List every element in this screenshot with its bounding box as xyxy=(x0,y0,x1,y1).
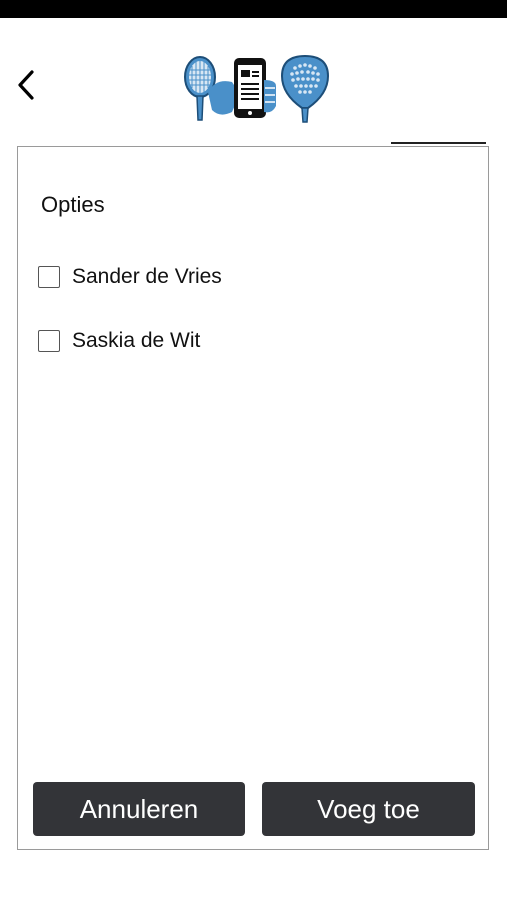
cancel-button[interactable]: Annuleren xyxy=(33,782,245,836)
sheet-top xyxy=(0,18,507,40)
checkbox[interactable] xyxy=(38,266,60,288)
app-screen: Opties Sander de Vries Saskia de Wit Ann… xyxy=(0,0,507,900)
chevron-left-icon xyxy=(18,70,34,100)
checkbox[interactable] xyxy=(38,330,60,352)
add-button[interactable]: Voeg toe xyxy=(262,782,475,836)
option-label: Sander de Vries xyxy=(72,265,222,288)
options-dialog: Opties Sander de Vries Saskia de Wit Ann… xyxy=(17,146,489,850)
dialog-title: Opties xyxy=(41,192,105,217)
padel-racket-icon xyxy=(280,54,330,123)
tab-indicator xyxy=(391,142,486,144)
option-sander-de-vries[interactable]: Sander de Vries xyxy=(38,263,222,291)
option-saskia-de-wit[interactable]: Saskia de Wit xyxy=(38,327,200,355)
status-bar xyxy=(0,0,507,18)
phone-hand-icon xyxy=(208,58,276,118)
app-logo xyxy=(184,54,330,123)
option-label: Saskia de Wit xyxy=(72,329,201,352)
back-button[interactable] xyxy=(8,62,44,108)
